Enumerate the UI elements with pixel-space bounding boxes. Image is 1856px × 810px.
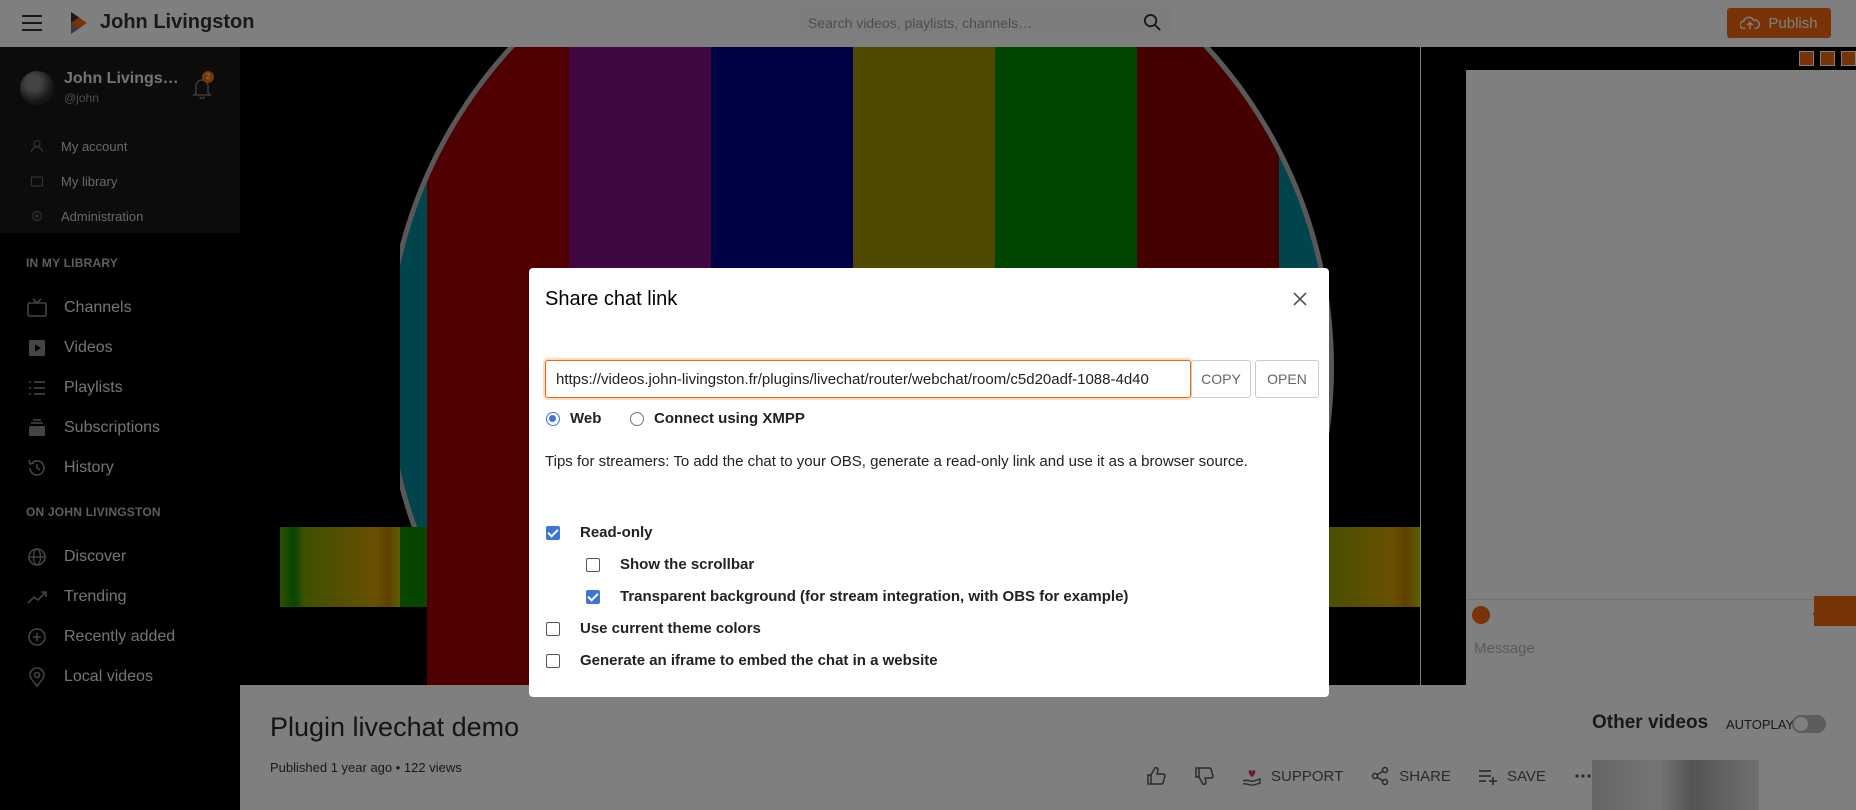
radio-web-dot[interactable] (546, 411, 560, 426)
theme-label: Use current theme colors (580, 620, 761, 637)
option-transparent[interactable]: Transparent background (for stream integ… (586, 588, 1128, 605)
option-theme[interactable]: Use current theme colors (546, 620, 761, 637)
radio-xmpp-label: Connect using XMPP (654, 410, 805, 427)
copy-button[interactable]: COPY (1191, 360, 1251, 398)
transparent-label: Transparent background (for stream integ… (620, 588, 1129, 605)
readonly-label: Read-only (580, 524, 653, 541)
share-chat-modal: Share chat link COPY OPEN Web Connect us… (529, 268, 1329, 697)
scrollbar-label: Show the scrollbar (620, 556, 755, 573)
option-readonly[interactable]: Read-only (546, 524, 653, 541)
radio-xmpp[interactable]: Connect using XMPP (630, 410, 805, 427)
modal-title: Share chat link (545, 288, 678, 310)
scrollbar-checkbox[interactable] (586, 557, 600, 572)
option-scrollbar[interactable]: Show the scrollbar (586, 556, 754, 573)
iframe-checkbox[interactable] (546, 653, 560, 668)
close-icon[interactable] (1291, 290, 1309, 308)
radio-web[interactable]: Web (546, 410, 601, 427)
iframe-label: Generate an iframe to embed the chat in … (580, 652, 938, 669)
option-iframe[interactable]: Generate an iframe to embed the chat in … (546, 652, 938, 669)
transparent-checkbox[interactable] (586, 589, 600, 604)
radio-web-label: Web (570, 410, 602, 427)
theme-checkbox[interactable] (546, 621, 560, 636)
radio-xmpp-dot[interactable] (630, 411, 644, 426)
chat-link-input[interactable] (545, 360, 1191, 398)
open-button[interactable]: OPEN (1255, 360, 1319, 398)
streamer-tips: Tips for streamers: To add the chat to y… (545, 453, 1248, 470)
readonly-checkbox[interactable] (546, 525, 560, 540)
